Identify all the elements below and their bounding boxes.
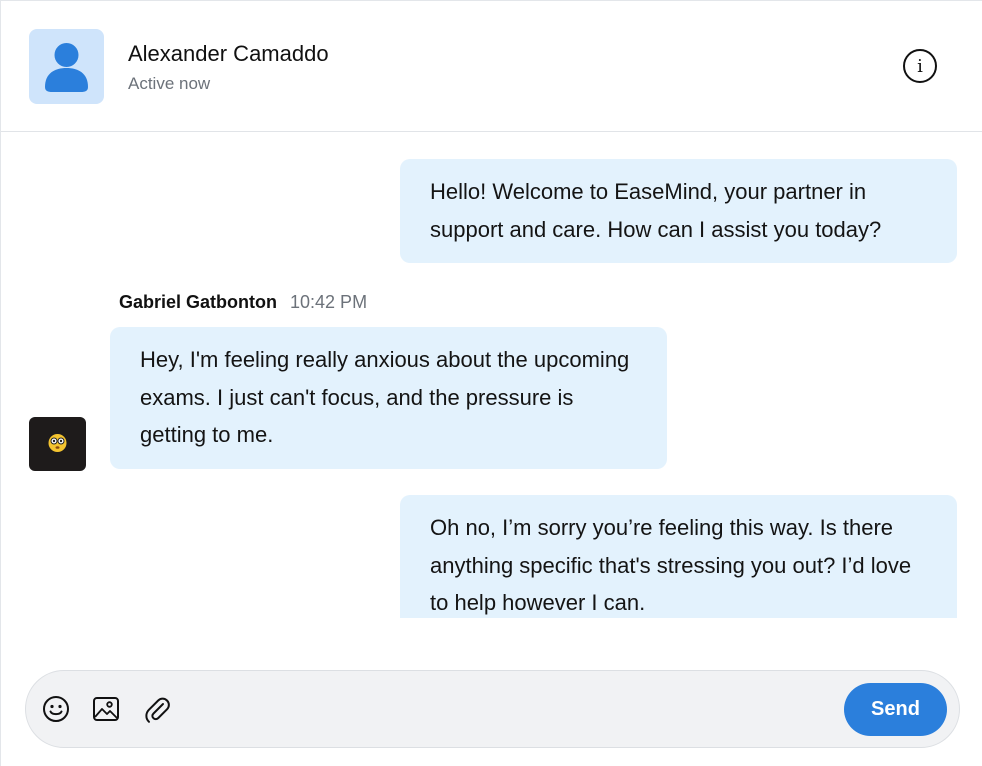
message-text: Oh no, I’m sorry you’re feeling this way… (430, 515, 912, 615)
send-button[interactable]: Send (844, 683, 947, 736)
message-text: Hello! Welcome to EaseMind, your partner… (430, 179, 882, 242)
message-time: 10:42 PM (290, 292, 368, 312)
message-composer[interactable]: Send (25, 670, 960, 748)
chat-window: Alexander Camaddo Active now i Hello! We… (0, 0, 982, 766)
emoji-face-icon (48, 434, 67, 452)
chat-header: Alexander Camaddo Active now i (1, 1, 982, 132)
sender-name: Gabriel Gatbonton (119, 292, 278, 312)
image-icon[interactable] (89, 692, 123, 726)
info-button[interactable]: i (903, 49, 937, 83)
info-icon: i (917, 55, 923, 77)
attachment-icon[interactable] (140, 692, 174, 726)
message-bubble-outgoing: Oh no, I’m sorry you’re feeling this way… (400, 495, 957, 618)
emoji-icon[interactable] (39, 692, 73, 726)
contact-avatar (29, 29, 104, 104)
sender-avatar (29, 417, 86, 471)
message-meta: Gabriel Gatbonton 10:42 PM (119, 292, 367, 318)
message-bubble-incoming: Hey, I'm feeling really anxious about th… (110, 327, 667, 469)
contact-name: Alexander Camaddo (128, 41, 329, 66)
message-bubble-outgoing: Hello! Welcome to EaseMind, your partner… (400, 159, 957, 263)
user-icon (45, 43, 88, 92)
message-text: Hey, I'm feeling really anxious about th… (140, 347, 630, 447)
message-list: Hello! Welcome to EaseMind, your partner… (1, 132, 982, 618)
contact-status: Active now (128, 74, 211, 93)
